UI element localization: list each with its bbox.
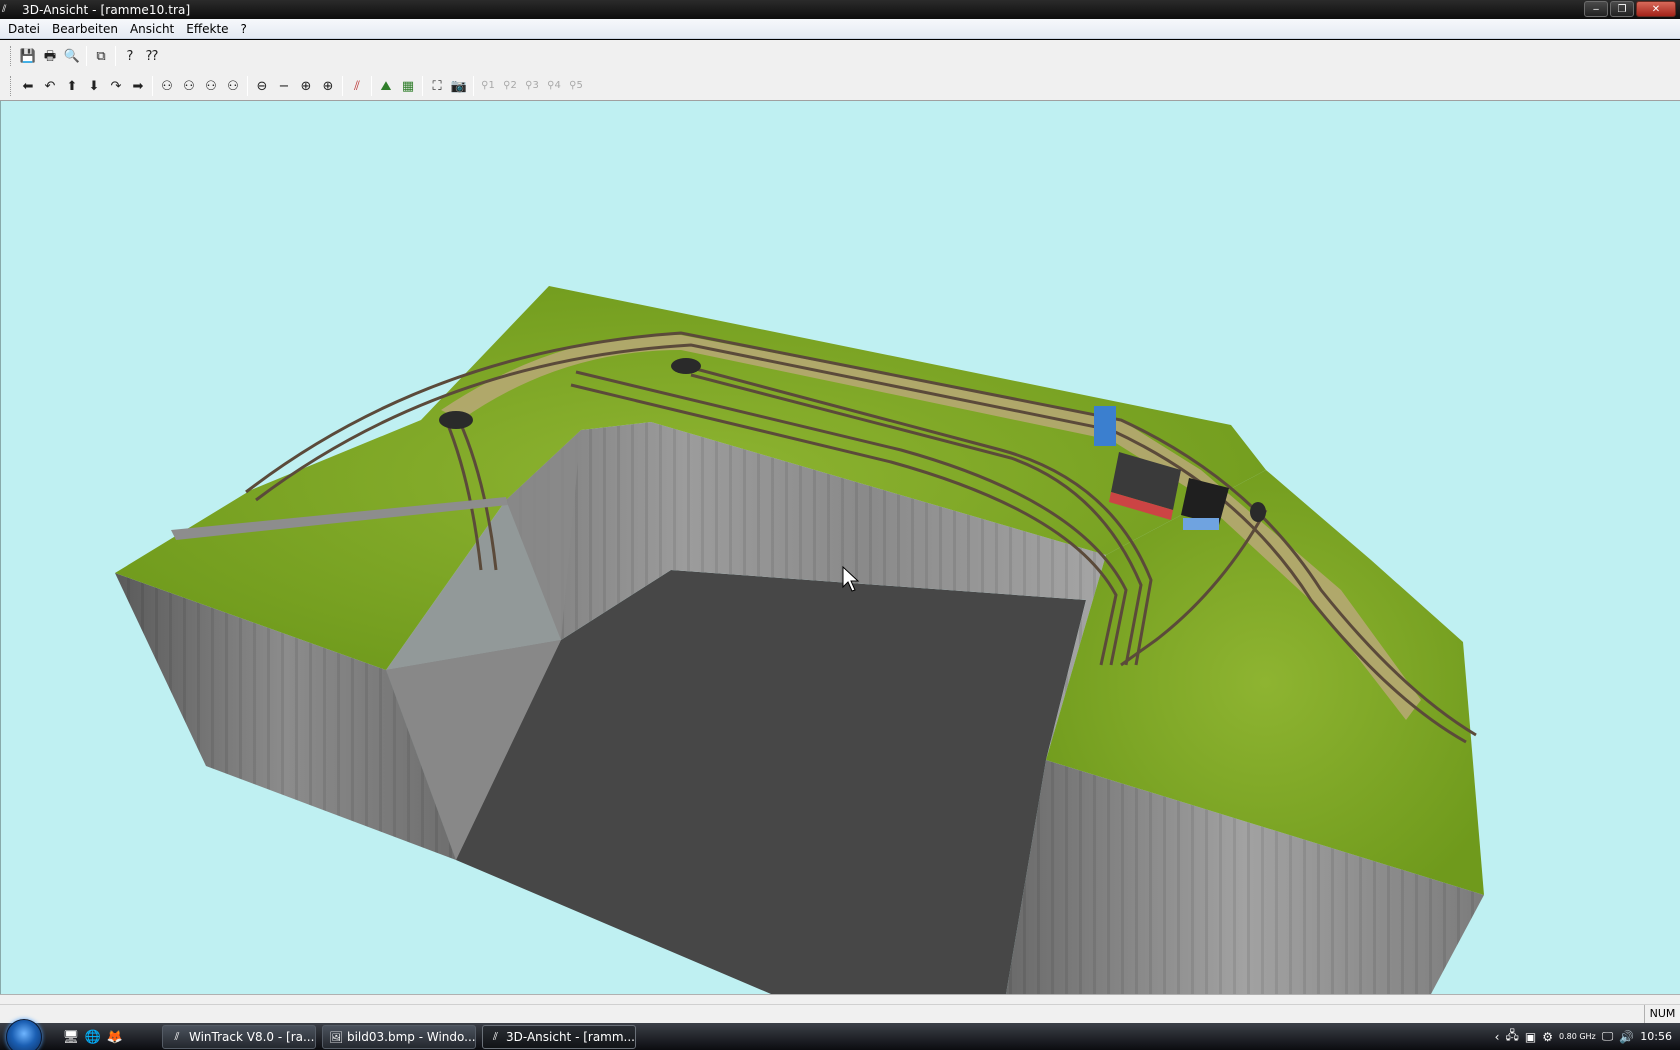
move-right-icon[interactable]: ➡	[127, 75, 149, 97]
viewpoint-5-label: 5	[576, 80, 583, 91]
zoom-out-full-icon[interactable]: ⊖	[251, 75, 273, 97]
wintrack-icon: ⫽	[174, 1030, 180, 1043]
copy-icon[interactable]: ⧉	[90, 45, 112, 67]
taskbar-button-label: WinTrack V8.0 - [ra...	[189, 1030, 315, 1044]
taskbar-button-image-viewer[interactable]: 🖼 bild03.bmp - Windo...	[322, 1025, 476, 1049]
help-icon[interactable]: ?	[119, 45, 141, 67]
view-tilt-2-icon[interactable]: ⚇	[178, 75, 200, 97]
viewpoint-5-button[interactable]: ⚲ 5	[565, 75, 587, 97]
taskbar-button-3d-view[interactable]: ⫽ 3D-Ansicht - [ramm...	[482, 1025, 636, 1049]
taskbar-button-label: bild03.bmp - Windo...	[346, 1030, 476, 1044]
move-up-icon[interactable]: ⬆	[61, 75, 83, 97]
menu-bar: Datei Bearbeiten Ansicht Effekte ?	[0, 19, 1680, 39]
zoom-in-icon[interactable]: ⊕	[295, 75, 317, 97]
wintrack-3d-icon: ⫽	[493, 1030, 498, 1043]
move-left-icon[interactable]: ⬅	[17, 75, 39, 97]
toolbar-separator	[247, 76, 248, 96]
show-desktop-icon[interactable]: 🖥	[62, 1028, 80, 1046]
quick-launch: 🖥 🌐 🦊	[62, 1028, 124, 1046]
toolbar-separator	[115, 46, 116, 66]
app-icon: ⫽	[2, 3, 7, 15]
viewpoint-2-button[interactable]: ⚲ 2	[499, 75, 521, 97]
taskbar-button-label: 3D-Ansicht - [ramm...	[506, 1030, 635, 1044]
tunnel-portal	[1250, 502, 1266, 522]
volume-icon[interactable]: 🔊	[1619, 1030, 1634, 1044]
taskbar: 🖥 🌐 🦊 ⫽ WinTrack V8.0 - [ra... 🖼 bild03.…	[0, 1019, 1680, 1050]
toolbar-area: 💾 🖶 🔍 ⧉ ? ⁇ ⬅ ↶ ⬆ ⬇ ↷ ➡ ⚇ ⚇ ⚇ ⚇ ⊖ − ⊕ ⊕ …	[0, 40, 1680, 140]
zoom-out-icon[interactable]: −	[273, 75, 295, 97]
toolbar-separator	[422, 76, 423, 96]
context-help-icon[interactable]: ⁇	[141, 45, 163, 67]
viewpoint-4-label: 4	[554, 80, 561, 91]
tunnel-portal	[671, 358, 701, 374]
gadget-icon[interactable]: ⚙	[1542, 1030, 1553, 1044]
window-title: 3D-Ansicht - [ramme10.tra]	[22, 2, 191, 17]
track-tool-icon[interactable]: ⫽	[346, 75, 368, 97]
view-toolbar: ⬅ ↶ ⬆ ⬇ ↷ ➡ ⚇ ⚇ ⚇ ⚇ ⊖ − ⊕ ⊕ ⫽ ⛰ ▦ ⛶ 📷 ⚲ 1…	[0, 72, 587, 100]
viewpoint-3-label: 3	[532, 80, 539, 91]
firefox-icon[interactable]: 🦊	[106, 1028, 124, 1046]
system-tray: ‹ 🖧 ▣ ⚙ 0.80 GHz 🖵 🔊 10:56	[1495, 1023, 1680, 1050]
water-tower	[1094, 406, 1116, 446]
rotate-left-icon[interactable]: ↶	[39, 75, 61, 97]
toolbar-separator	[371, 76, 372, 96]
minimize-button[interactable]: ‒	[1584, 1, 1608, 17]
menu-help[interactable]: ?	[235, 19, 253, 39]
maximize-button[interactable]: ❐	[1610, 1, 1634, 17]
toolbar-separator	[86, 46, 87, 66]
view-tilt-4-icon[interactable]: ⚇	[222, 75, 244, 97]
print-preview-icon[interactable]: 🔍	[61, 45, 83, 67]
start-button[interactable]	[6, 1019, 42, 1050]
internet-explorer-icon[interactable]: 🌐	[84, 1028, 102, 1046]
menu-ansicht[interactable]: Ansicht	[124, 19, 180, 39]
tray-app-icon[interactable]: ▣	[1525, 1030, 1536, 1044]
title-bar: ⫽ 3D-Ansicht - [ramme10.tra] ‒ ❐ ✕	[0, 0, 1680, 19]
menu-datei[interactable]: Datei	[2, 19, 46, 39]
toolbar-separator	[152, 76, 153, 96]
save-icon[interactable]: 💾	[17, 45, 39, 67]
view-tilt-1-icon[interactable]: ⚇	[156, 75, 178, 97]
layout-3d-scene	[115, 286, 1484, 994]
close-button[interactable]: ✕	[1636, 1, 1676, 17]
cpu-speed-indicator: 0.80 GHz	[1558, 1031, 1596, 1041]
terrain-icon[interactable]: ⛰	[375, 75, 397, 97]
window-controls: ‒ ❐ ✕	[1584, 1, 1676, 17]
taskbar-button-wintrack[interactable]: ⫽ WinTrack V8.0 - [ra...	[162, 1025, 316, 1049]
toolbar-grip[interactable]	[10, 46, 13, 66]
status-divider	[0, 1004, 1680, 1005]
viewpoint-3-button[interactable]: ⚲ 3	[521, 75, 543, 97]
clock[interactable]: 10:56	[1640, 1030, 1672, 1043]
toolbar-separator	[342, 76, 343, 96]
print-icon[interactable]: 🖶	[39, 45, 61, 67]
viewpoint-2-label: 2	[510, 80, 517, 91]
viewpoint-4-button[interactable]: ⚲ 4	[543, 75, 565, 97]
menu-bearbeiten[interactable]: Bearbeiten	[46, 19, 124, 39]
toolbar-separator	[473, 76, 474, 96]
rotate-right-icon[interactable]: ↷	[105, 75, 127, 97]
status-bar: NUM	[0, 994, 1680, 1023]
move-down-icon[interactable]: ⬇	[83, 75, 105, 97]
3d-viewport[interactable]	[0, 101, 1680, 994]
toolbar-grip[interactable]	[10, 76, 13, 96]
standard-toolbar: 💾 🖶 🔍 ⧉ ? ⁇	[0, 42, 163, 70]
zoom-in-full-icon[interactable]: ⊕	[317, 75, 339, 97]
menu-effekte[interactable]: Effekte	[180, 19, 234, 39]
network-icon[interactable]: 🖧	[1505, 1026, 1518, 1047]
viewpoint-1-button[interactable]: ⚲ 1	[477, 75, 499, 97]
tray-expand-icon[interactable]: ‹	[1495, 1030, 1500, 1044]
view-tilt-3-icon[interactable]: ⚇	[200, 75, 222, 97]
viewpoint-1-label: 1	[488, 80, 495, 91]
camera-icon[interactable]: 📷	[448, 75, 470, 97]
num-lock-indicator: NUM	[1644, 1005, 1680, 1023]
image-viewer-icon: 🖼	[329, 1030, 343, 1044]
tunnel-portal	[439, 411, 473, 429]
monitor-icon[interactable]: 🖵	[1602, 1029, 1614, 1044]
grid-icon[interactable]: ▦	[397, 75, 419, 97]
fit-view-icon[interactable]: ⛶	[426, 75, 448, 97]
